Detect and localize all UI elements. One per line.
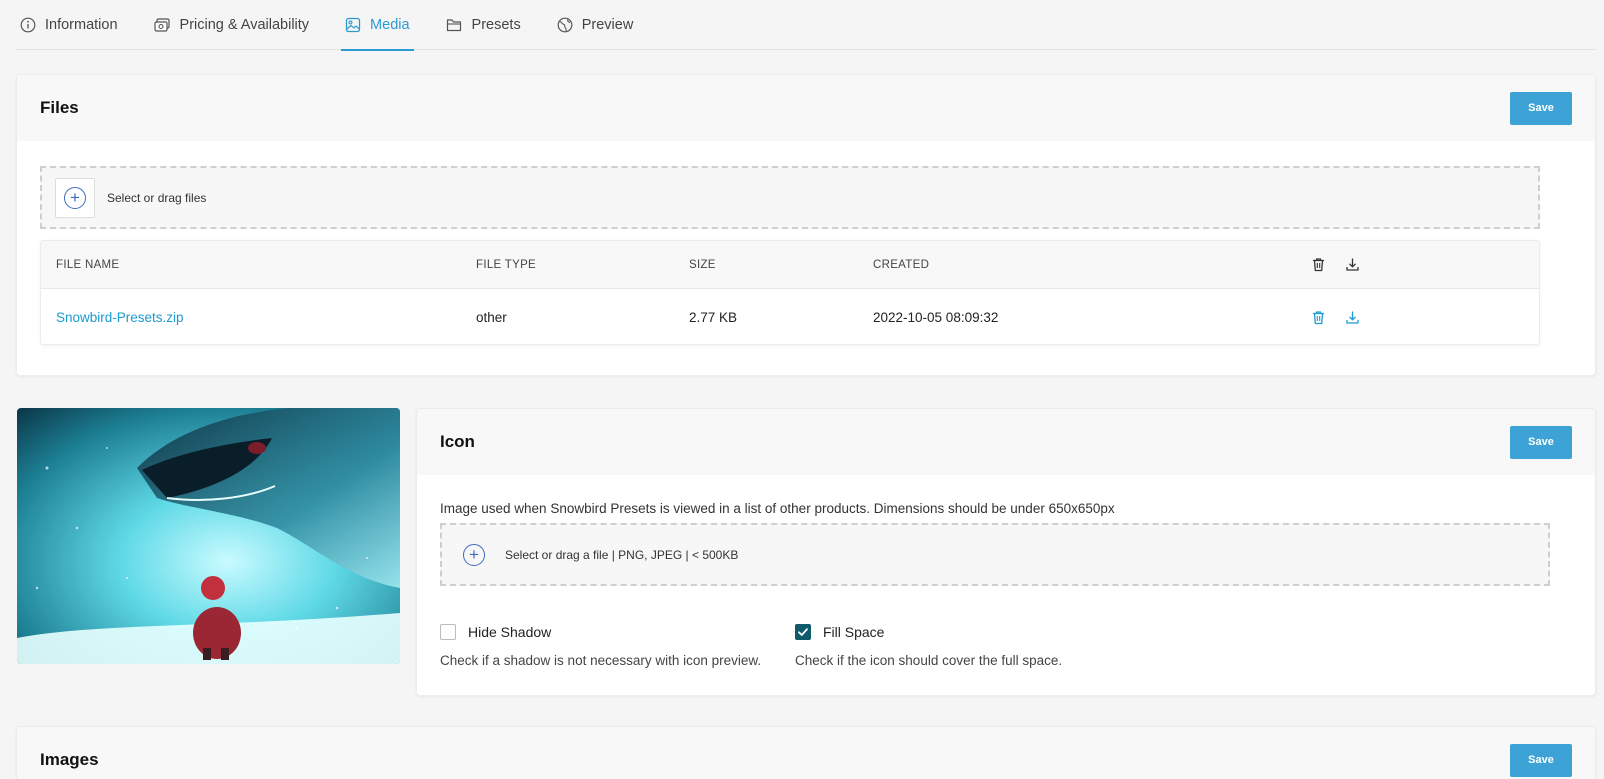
files-table: FILE NAME FILE TYPE SIZE CREATED Snowbir… [40, 240, 1540, 345]
images-card: Images Save [16, 726, 1596, 779]
images-save-button[interactable]: Save [1510, 743, 1572, 777]
files-dropzone[interactable]: + Select or drag files [40, 166, 1540, 229]
tab-label: Preview [581, 17, 634, 33]
table-row: Snowbird-Presets.zip other 2.77 KB 2022-… [41, 289, 1539, 344]
icon-preview-image [17, 408, 400, 664]
download-icon[interactable] [1345, 289, 1360, 344]
col-size: SIZE [689, 258, 716, 271]
folder-icon [446, 19, 461, 32]
col-file-name: FILE NAME [56, 258, 120, 271]
files-dropzone-text: Select or drag files [107, 190, 207, 205]
icon-card: Icon Save Image used when Snowbird Prese… [416, 408, 1596, 696]
fill-space-checkbox[interactable] [795, 624, 811, 640]
col-file-type: FILE TYPE [476, 258, 537, 271]
file-size-cell: 2.77 KB [689, 309, 738, 325]
tab-bar: Information Pricing & Availability Media… [16, 0, 1596, 51]
icon-save-button[interactable]: Save [1510, 425, 1572, 459]
images-title: Images [40, 750, 99, 769]
icon-header: Icon Save [417, 409, 1595, 475]
col-created: CREATED [873, 258, 930, 271]
add-file-button[interactable]: + [55, 177, 95, 218]
tab-preview[interactable]: Preview [553, 0, 638, 50]
tab-pricing[interactable]: Pricing & Availability [150, 0, 314, 50]
delete-all-icon[interactable] [1311, 241, 1326, 288]
hide-shadow-help: Check if a shadow is not necessary with … [440, 653, 762, 668]
file-name-link[interactable]: Snowbird-Presets.zip [56, 289, 184, 344]
fill-space-help: Check if the icon should cover the full … [795, 653, 1063, 668]
file-type-cell: other [476, 309, 507, 325]
tab-presets[interactable]: Presets [442, 0, 525, 50]
plus-icon: + [64, 186, 86, 209]
icon-description: Image used when Snowbird Presets is view… [440, 501, 1115, 516]
tab-information[interactable]: Information [16, 0, 122, 50]
fill-space-option: Fill Space [795, 624, 884, 640]
image-icon [345, 17, 361, 33]
files-save-button[interactable]: Save [1510, 91, 1572, 125]
file-created-cell: 2022-10-05 08:09:32 [873, 309, 999, 325]
pricing-icon [153, 18, 170, 32]
tab-label: Pricing & Availability [179, 17, 310, 33]
hide-shadow-option: Hide Shadow [440, 624, 551, 640]
files-title: Files [40, 98, 79, 117]
tab-label: Presets [471, 17, 521, 33]
files-table-header: FILE NAME FILE TYPE SIZE CREATED [41, 241, 1539, 289]
delete-icon[interactable] [1311, 289, 1326, 344]
icon-title: Icon [440, 432, 475, 451]
tab-media[interactable]: Media [341, 0, 414, 51]
icon-dropzone-text: Select or drag a file | PNG, JPEG | < 50… [505, 547, 739, 562]
tab-label: Information [45, 17, 118, 33]
plus-icon[interactable]: + [463, 543, 485, 566]
images-header: Images Save [17, 727, 1595, 779]
fill-space-label: Fill Space [823, 624, 885, 640]
download-all-icon[interactable] [1345, 241, 1360, 288]
icon-dropzone[interactable]: + Select or drag a file | PNG, JPEG | < … [440, 523, 1550, 586]
files-header: Files Save [17, 75, 1595, 141]
hide-shadow-checkbox[interactable] [440, 624, 456, 640]
hide-shadow-label: Hide Shadow [468, 624, 552, 640]
tab-label: Media [370, 17, 410, 33]
checkmark-icon [798, 628, 808, 636]
files-card: Files Save + Select or drag files FILE N… [16, 74, 1596, 376]
info-icon [20, 17, 36, 33]
globe-icon [557, 17, 573, 33]
